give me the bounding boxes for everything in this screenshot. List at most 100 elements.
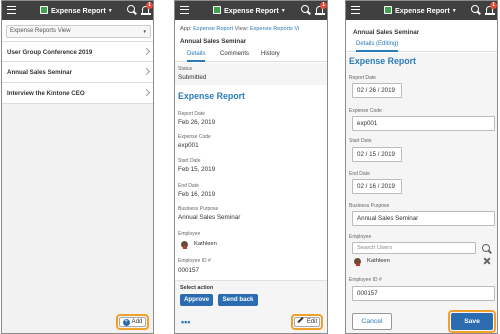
field-label: End Date: [178, 183, 199, 189]
tab-bar: Details Comments History: [175, 48, 327, 62]
edit-screen: Expense Report ▼ 1 Annual Sales Seminar D…: [345, 0, 498, 334]
record-title: Annual Sales Seminar: [180, 38, 247, 45]
field-value: Feb 16, 2019: [178, 191, 216, 198]
add-button[interactable]: + Add: [119, 317, 146, 327]
notification-badge: 1: [490, 2, 497, 9]
employee-id-label: Employee ID #: [349, 277, 382, 283]
employee-label: Employee: [178, 231, 201, 237]
caret-down-icon: ▼: [451, 8, 457, 14]
detail-screen: Expense Report ▼ 1 App: Expense Report Vi…: [174, 0, 328, 334]
employee-id-label: Employee ID #: [178, 258, 211, 264]
date-separator: /: [377, 183, 380, 190]
menu-icon[interactable]: [351, 6, 360, 14]
status-label: Status: [178, 66, 193, 72]
approve-button[interactable]: Approve: [180, 294, 213, 306]
business-purpose-label: Business Purpose: [349, 203, 390, 209]
caret-down-icon: ▼: [142, 29, 147, 34]
notification-badge: 1: [320, 2, 327, 9]
list-item[interactable]: User Group Conference 2019: [2, 41, 153, 62]
date-year: 2019: [381, 151, 395, 158]
app-title: Expense Report: [224, 6, 279, 15]
edit-button-label: Edit: [306, 319, 318, 325]
menu-icon[interactable]: [7, 6, 16, 14]
tab-details-editing[interactable]: Details (Editing): [356, 38, 399, 52]
app-title-dropdown[interactable]: Expense Report ▼: [384, 1, 457, 20]
start-date-label: Start Date: [349, 138, 372, 144]
date-year: 2019: [381, 183, 395, 190]
search-icon[interactable]: [481, 243, 492, 254]
date-day: 16: [369, 183, 376, 190]
tab-bar: Details (Editing): [346, 38, 497, 52]
field-label: Expense Code: [178, 134, 211, 140]
employee-id-value: 000157: [178, 267, 200, 274]
send-back-button[interactable]: Send back: [218, 294, 258, 306]
save-button[interactable]: Save: [451, 313, 493, 330]
field-label: Business Purpose: [178, 206, 219, 212]
select-action-label: Select action: [180, 285, 214, 291]
list-item[interactable]: Annual Sales Seminar: [2, 62, 153, 83]
add-button-label: Add: [131, 319, 143, 325]
avatar: [181, 241, 188, 249]
employee-label: Employee: [349, 234, 372, 240]
search-users-input[interactable]: Search Users: [352, 242, 476, 254]
app-title: Expense Report: [395, 6, 450, 15]
field-label: Report Date: [178, 111, 205, 117]
list-screen: Expense Report ▼ 1 Expense Reports View ▼ …: [1, 0, 154, 334]
date-day: 26: [369, 87, 376, 94]
breadcrumb-view-label: View:: [234, 26, 249, 32]
section-title: Expense Report: [178, 91, 245, 101]
field-value: Feb 15, 2019: [178, 166, 216, 173]
tab-comments[interactable]: Comments: [220, 48, 249, 62]
business-purpose-input[interactable]: Annual Sales Seminar: [352, 211, 495, 226]
app-title: Expense Report: [51, 6, 106, 15]
pencil-icon: [297, 316, 304, 324]
employee-name: Kathleen: [367, 258, 390, 264]
edit-button[interactable]: Edit: [294, 316, 320, 327]
tab-history[interactable]: History: [261, 48, 280, 62]
search-icon[interactable]: [127, 5, 136, 16]
list-item[interactable]: Interview the Kintone CEO: [2, 83, 153, 104]
top-bar: Expense Report ▼ 1: [175, 1, 327, 20]
app-icon: [384, 6, 392, 14]
report-date-input[interactable]: 02 / 26 / 2019: [352, 83, 402, 98]
app-icon: [213, 6, 221, 14]
menu-icon[interactable]: [180, 6, 189, 14]
view-selector[interactable]: Expense Reports View ▼: [6, 25, 151, 38]
app-title-dropdown[interactable]: Expense Report ▼: [40, 1, 113, 20]
employee-name[interactable]: Kathleen: [194, 241, 217, 247]
status-value: Submitted: [178, 74, 207, 81]
view-selector-label: Expense Reports View: [10, 28, 71, 34]
empty-area: [2, 104, 153, 333]
caret-down-icon: ▼: [280, 8, 286, 14]
tab-details[interactable]: Details: [187, 48, 206, 62]
caret-down-icon: ▼: [107, 8, 113, 14]
notification-badge: 1: [146, 2, 153, 9]
breadcrumb-view-link[interactable]: Expense Reports Vi: [250, 26, 299, 32]
chevron-right-icon: [142, 67, 151, 76]
close-icon[interactable]: [483, 257, 491, 265]
chevron-right-icon: [142, 88, 151, 97]
breadcrumb-app-link[interactable]: Expense Report: [193, 26, 233, 32]
search-icon[interactable]: [471, 5, 480, 16]
date-separator: /: [377, 151, 380, 158]
field-value: exp001: [178, 142, 199, 149]
date-month: 02: [357, 151, 364, 158]
employee-id-input[interactable]: 000157: [352, 286, 495, 301]
expense-code-input[interactable]: exp001: [352, 116, 495, 131]
field-label: Start Date: [178, 158, 201, 164]
more-options-icon[interactable]: •••: [181, 317, 190, 327]
app-title-dropdown[interactable]: Expense Report ▼: [213, 1, 286, 20]
section-title: Expense Report: [349, 56, 416, 66]
search-icon[interactable]: [301, 5, 310, 16]
plus-icon: +: [122, 319, 130, 326]
record-title: Annual Sales Seminar: [353, 29, 420, 36]
breadcrumb-app-label: App:: [180, 26, 192, 32]
end-date-input[interactable]: 02 / 16 / 2019: [352, 179, 402, 194]
avatar: [354, 258, 361, 266]
cancel-button[interactable]: Cancel: [352, 313, 392, 330]
field-value: Annual Sales Seminar: [178, 214, 241, 221]
date-separator: /: [365, 87, 368, 94]
start-date-input[interactable]: 02 / 15 / 2019: [352, 147, 402, 162]
expense-code-label: Expense Code: [349, 108, 382, 114]
end-date-label: End Date: [349, 171, 370, 177]
